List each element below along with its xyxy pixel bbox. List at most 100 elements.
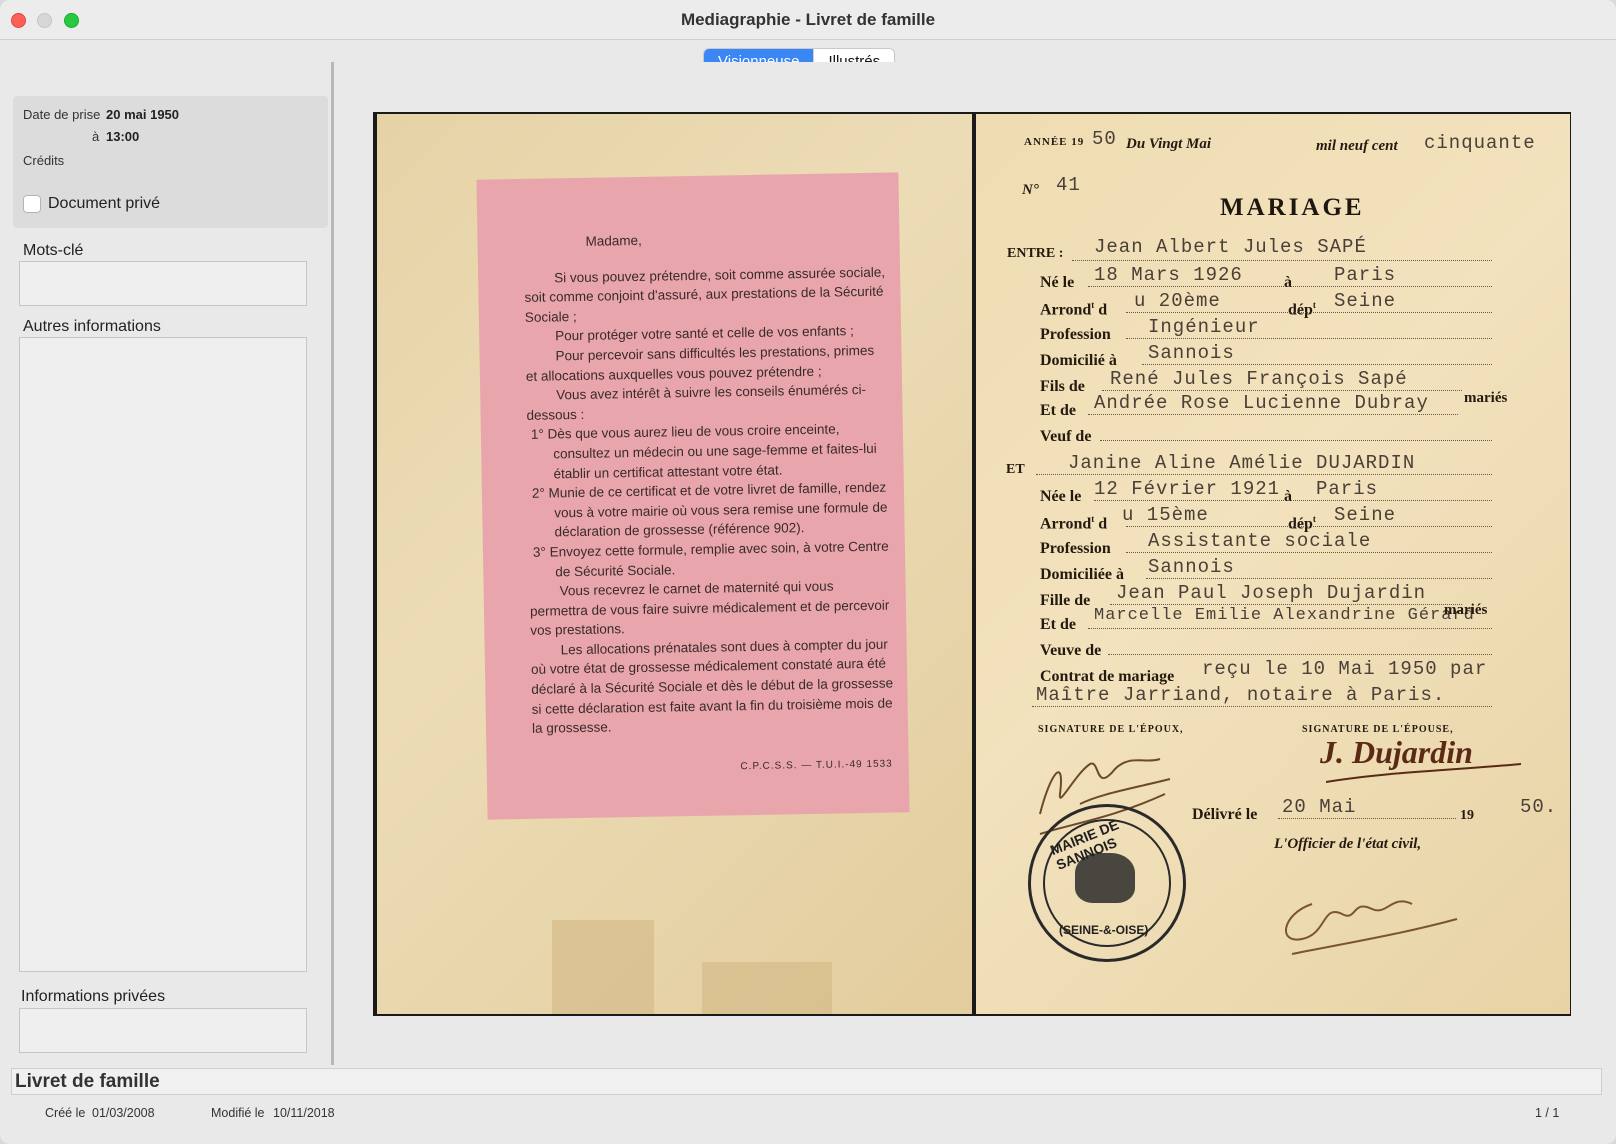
- groom-birth: 18 Mars 1926: [1094, 264, 1243, 286]
- dotted-line: [1102, 390, 1462, 391]
- slip-paragraph: Vous avez intérêt à suivre les conseils …: [526, 382, 867, 423]
- date-typed-label: Du Vingt Mai: [1126, 136, 1212, 152]
- document-viewer[interactable]: Madame, Si vous pouvez prétendre, soit c…: [337, 62, 1610, 1065]
- dotted-line: [1108, 654, 1492, 655]
- groom-name: Jean Albert Jules SAPÉ: [1094, 236, 1367, 258]
- bride-mother: Marcelle Emilie Alexandrine Gérard: [1094, 606, 1475, 625]
- modified-date: 10/11/2018: [273, 1106, 335, 1120]
- bride-arrond: u 15ème: [1122, 504, 1209, 526]
- dotted-line: [1072, 260, 1492, 261]
- dotted-line: [1088, 286, 1492, 287]
- slip-paragraph: Pour percevoir sans difficultés les pres…: [525, 342, 875, 384]
- arrond-sup: t: [1091, 300, 1095, 310]
- groom-profession: Ingénieur: [1148, 316, 1260, 338]
- veuve-de-label: Veuve de: [1040, 642, 1102, 659]
- created-label: Créé le: [45, 1106, 86, 1120]
- arrond-label: Arrondt d: [1040, 300, 1108, 319]
- arrond-sup: t: [1091, 514, 1095, 524]
- record-name-field[interactable]: Livret de famille: [11, 1068, 1602, 1095]
- groom-domicile: Sannois: [1148, 342, 1235, 364]
- slip-numbered-item: 3° Envoyez cette formule, remplie avec s…: [532, 538, 889, 579]
- right-page-certificate: ANNÉE 19 50 Du Vingt Mai mil neuf cent c…: [976, 114, 1570, 1014]
- dotted-line: [1100, 440, 1492, 441]
- delivre-19-label: 19: [1460, 808, 1474, 823]
- time-value[interactable]: 13:00: [106, 129, 139, 144]
- profession-label: Profession: [1040, 540, 1111, 557]
- tape-mark: [552, 920, 654, 1014]
- dotted-line: [1126, 552, 1492, 553]
- slip-paragraph: Vous recevrez le carnet de maternité qui…: [529, 578, 890, 639]
- slip-numbered-item: 1° Dès que vous aurez lieu de vous croir…: [530, 421, 877, 481]
- record-name: Livret de famille: [15, 1071, 160, 1092]
- dotted-line: [1126, 312, 1492, 313]
- private-document-checkbox[interactable]: [23, 195, 41, 213]
- time-label: à: [92, 129, 100, 144]
- officier-label: L'Officier de l'état civil,: [1274, 836, 1422, 852]
- bride-name: Janine Aline Amélie DUJARDIN: [1068, 452, 1416, 474]
- a-label: à: [1284, 488, 1292, 505]
- pink-notice-slip: Madame, Si vous pouvez prétendre, soit c…: [476, 172, 910, 820]
- bride-father: Jean Paul Joseph Dujardin: [1116, 582, 1427, 604]
- dotted-line: [1142, 364, 1492, 365]
- slip-paragraph: Si vous pouvez prétendre, soit comme ass…: [524, 264, 886, 325]
- created-date: 01/03/2008: [92, 1106, 155, 1120]
- credits-label: Crédits: [23, 153, 65, 168]
- certificate-heading: MARIAGE: [1220, 194, 1365, 221]
- modified-label: Modifié le: [211, 1106, 265, 1120]
- slip-footer: C.P.C.S.S. — T.U.I.-49 1533: [740, 758, 893, 773]
- domiciliee-label: Domiciliée à: [1040, 566, 1124, 583]
- annee-label: ANNÉE 19: [1024, 136, 1085, 148]
- nee-le-label: Née le: [1040, 488, 1082, 505]
- date-value[interactable]: 20 mai 1950: [106, 107, 179, 122]
- dotted-line: [1094, 500, 1492, 501]
- groom-arrond: u 20ème: [1134, 290, 1221, 312]
- et-label: ET: [1006, 462, 1025, 477]
- delivre-label: Délivré le: [1192, 806, 1258, 823]
- bride-domicile: Sannois: [1148, 556, 1235, 578]
- contrat-line2: Maître Jarriand, notaire à Paris.: [1036, 684, 1446, 706]
- et-de-label: Et de: [1040, 616, 1076, 633]
- stamp-bottom-text: (SEINE-&-OISE): [1059, 923, 1149, 937]
- bride-birth: 12 Février 1921: [1094, 478, 1281, 500]
- annee-value: 50: [1092, 128, 1117, 150]
- mairie-stamp: MAIRIE DE SANNOIS (SEINE-&-OISE): [1028, 804, 1186, 962]
- dotted-line: [1088, 414, 1458, 415]
- bride-profession: Assistante sociale: [1148, 530, 1372, 552]
- mil-label: mil neuf cent: [1316, 138, 1398, 154]
- metadata-sidebar: Date de prise 20 mai 1950 à 13:00 Crédit…: [6, 62, 334, 1065]
- page-indicator: 1 / 1: [1535, 1106, 1560, 1120]
- dotted-line: [1126, 526, 1492, 527]
- delivre-year: 50.: [1520, 796, 1558, 818]
- a-label: à: [1284, 274, 1292, 291]
- other-info-field[interactable]: [19, 337, 307, 972]
- slip-paragraph: Les allocations prénatales sont dues à c…: [530, 636, 894, 737]
- groom-city: Paris: [1334, 264, 1397, 286]
- entre-label: ENTRE :: [1007, 246, 1064, 261]
- maries-label: mariés: [1444, 602, 1488, 618]
- groom-father: René Jules François Sapé: [1110, 368, 1408, 390]
- dotted-line: [1146, 578, 1492, 579]
- dotted-line: [1088, 628, 1492, 629]
- dotted-line: [1032, 706, 1492, 707]
- dotted-line: [1126, 338, 1492, 339]
- et-de-label: Et de: [1040, 402, 1076, 419]
- keywords-field[interactable]: [19, 261, 307, 306]
- private-document-label: Document privé: [48, 195, 161, 212]
- fille-de-label: Fille de: [1040, 592, 1091, 609]
- private-info-label: Informations privées: [21, 988, 166, 1005]
- dep-sup: t: [1312, 300, 1316, 310]
- dotted-line: [1110, 604, 1462, 605]
- number-value: 41: [1056, 174, 1081, 196]
- profession-label: Profession: [1040, 326, 1111, 343]
- dep-sup: t: [1312, 514, 1316, 524]
- veuf-de-label: Veuf de: [1040, 428, 1092, 445]
- private-info-field[interactable]: [19, 1008, 307, 1053]
- arrond-label: Arrondt d: [1040, 514, 1108, 533]
- groom-dep: Seine: [1334, 290, 1397, 312]
- slip-salutation: Madame,: [585, 232, 642, 249]
- other-info-label: Autres informations: [23, 318, 161, 335]
- window-title: Mediagraphie - Livret de famille: [680, 10, 936, 29]
- app-window: Mediagraphie - Livret de famille Visionn…: [0, 0, 1616, 1144]
- officer-signature-icon: [1285, 900, 1458, 955]
- dotted-line: [1278, 818, 1456, 819]
